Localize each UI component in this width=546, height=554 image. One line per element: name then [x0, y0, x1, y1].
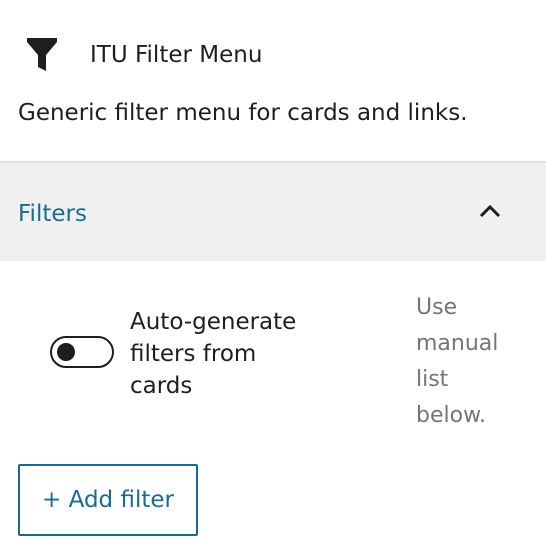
block-description: Generic filter menu for cards and links.: [18, 100, 468, 126]
block-title: ITU Filter Menu: [90, 42, 263, 68]
funnel-icon: [27, 38, 57, 71]
panel-title: Filters: [18, 201, 87, 227]
block-card: ITU Filter Menu Generic filter menu for …: [0, 0, 546, 126]
auto-generate-help: Use manual list below.: [416, 295, 499, 428]
add-filter-button[interactable]: + Add filter: [18, 464, 198, 536]
chevron-up-icon: [479, 204, 501, 218]
toggle-knob: [57, 343, 75, 361]
filters-panel-toggle[interactable]: Filters: [0, 163, 546, 261]
auto-generate-toggle[interactable]: [50, 336, 114, 368]
block-inspector: ITU Filter Menu Generic filter menu for …: [0, 0, 546, 554]
auto-generate-label: Auto-generate filters from cards: [130, 309, 297, 399]
